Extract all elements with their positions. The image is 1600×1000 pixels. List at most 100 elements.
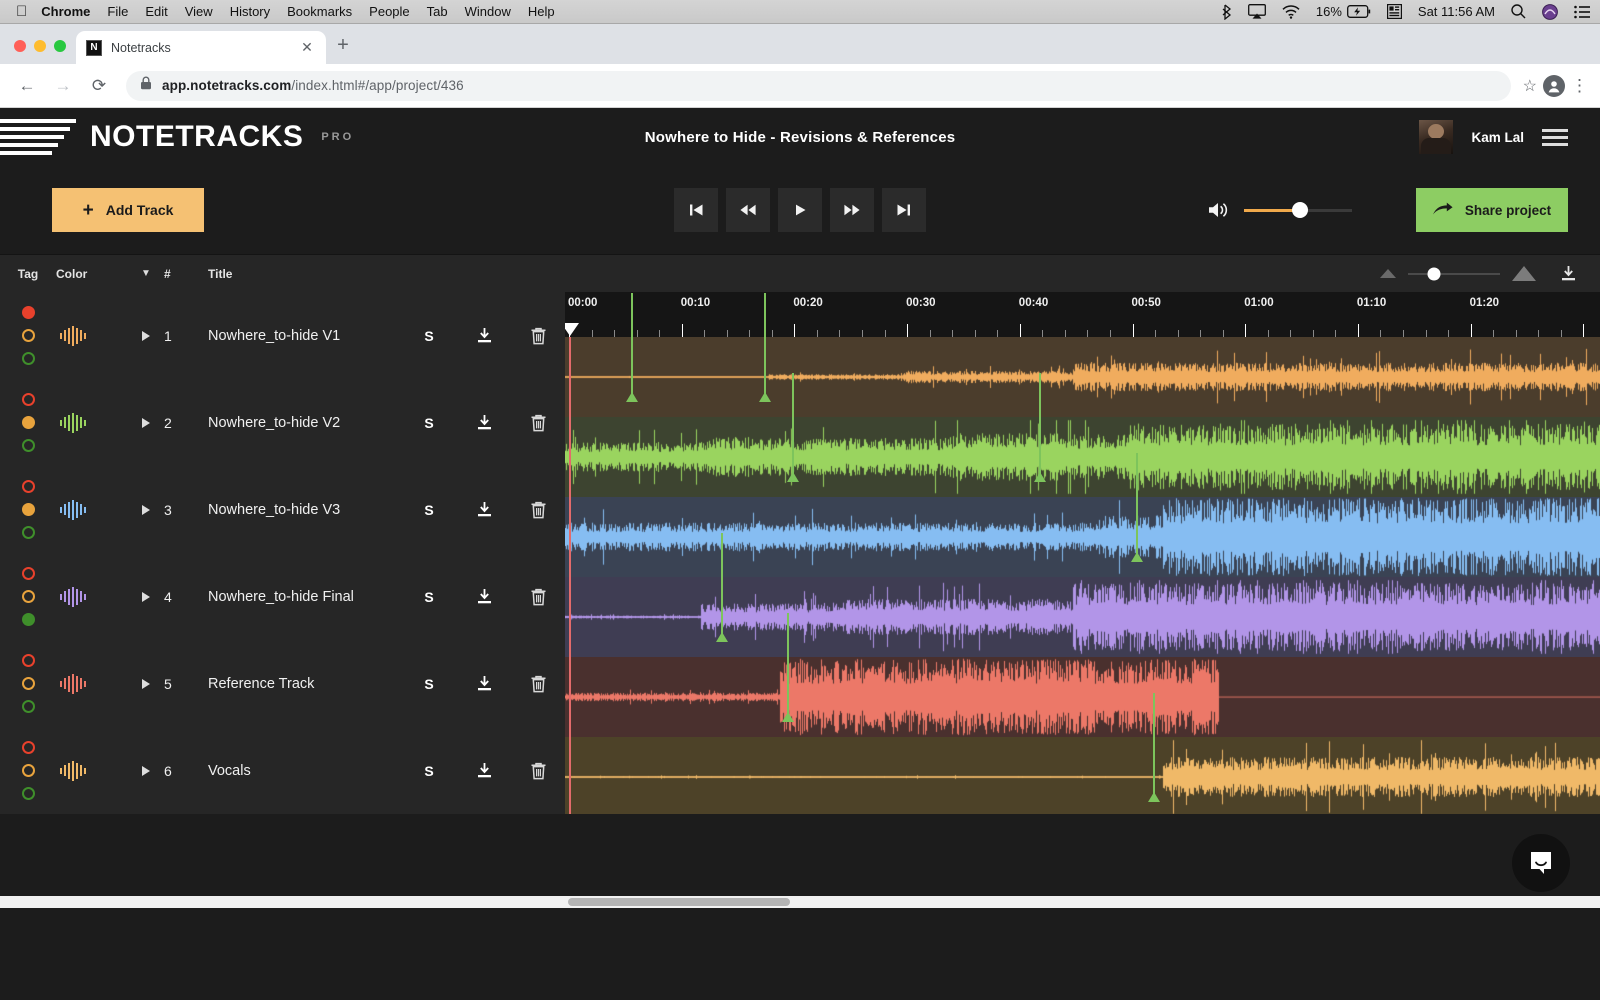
playhead-handle-icon[interactable]: [565, 323, 579, 336]
star-icon[interactable]: ☆: [1523, 76, 1537, 96]
tag-dot-orange[interactable]: [21, 329, 35, 342]
solo-button[interactable]: S: [401, 589, 457, 605]
tag-dot-green[interactable]: [21, 787, 35, 800]
download-icon[interactable]: [457, 675, 511, 692]
comment-marker[interactable]: [716, 533, 729, 642]
trash-icon[interactable]: [511, 414, 565, 432]
table-row[interactable]: 6 Vocals S: [0, 727, 565, 814]
comment-marker[interactable]: [1033, 373, 1046, 482]
chat-bubble-icon[interactable]: [1512, 834, 1570, 892]
menubar-clock[interactable]: Sat 11:56 AM: [1418, 4, 1495, 19]
forward-arrow-icon[interactable]: →: [48, 71, 78, 101]
waveform-icon[interactable]: [56, 760, 128, 781]
waveform-lane[interactable]: [565, 657, 1600, 737]
apple-icon[interactable]: : [16, 4, 27, 19]
reload-icon[interactable]: ⟳: [84, 71, 114, 101]
play-triangle-icon[interactable]: [128, 504, 164, 515]
brand-logo[interactable]: NOTETRACKS PRO: [0, 119, 354, 155]
waveform-lane[interactable]: [565, 337, 1600, 417]
waveform-canvas[interactable]: [565, 737, 1600, 814]
share-project-button[interactable]: Share project: [1416, 188, 1568, 232]
playhead[interactable]: [565, 323, 579, 814]
tag-dot-orange[interactable]: [21, 677, 35, 690]
tag-dot-orange[interactable]: [21, 764, 35, 777]
tag-dot-red[interactable]: [21, 480, 35, 493]
track-title[interactable]: Nowhere_to-hide V3: [200, 502, 401, 518]
tag-dot-red[interactable]: [21, 654, 35, 667]
bluetooth-icon[interactable]: [1221, 3, 1232, 20]
chevron-down-icon[interactable]: ▼: [128, 268, 164, 279]
skip-to-start-button[interactable]: [674, 188, 718, 232]
track-title[interactable]: Vocals: [200, 763, 401, 779]
tag-dot-green[interactable]: [21, 613, 35, 626]
play-triangle-icon[interactable]: [128, 678, 164, 689]
table-row[interactable]: 4 Nowhere_to-hide Final S: [0, 553, 565, 640]
track-title[interactable]: Nowhere_to-hide Final: [200, 589, 401, 605]
comment-marker[interactable]: [781, 613, 794, 722]
tag-dot-red[interactable]: [21, 741, 35, 754]
play-button[interactable]: [778, 188, 822, 232]
minimize-window-button[interactable]: [34, 40, 46, 52]
trash-icon[interactable]: [511, 327, 565, 345]
tag-dot-red[interactable]: [21, 306, 35, 319]
close-icon[interactable]: ✕: [298, 39, 316, 57]
scrollbar-thumb[interactable]: [568, 898, 790, 906]
waveform-icon[interactable]: [56, 499, 128, 520]
solo-button[interactable]: S: [401, 415, 457, 431]
tag-dot-green[interactable]: [21, 439, 35, 452]
play-triangle-icon[interactable]: [128, 417, 164, 428]
menu-item-edit[interactable]: Edit: [145, 4, 167, 19]
fast-forward-button[interactable]: [830, 188, 874, 232]
rewind-button[interactable]: [726, 188, 770, 232]
skip-to-end-button[interactable]: [882, 188, 926, 232]
maximize-window-button[interactable]: [54, 40, 66, 52]
battery-charging-icon[interactable]: [1346, 5, 1371, 18]
tag-dot-red[interactable]: [21, 393, 35, 406]
waveform-lanes[interactable]: [565, 293, 1600, 814]
menu-item-view[interactable]: View: [185, 4, 213, 19]
waveform-icon[interactable]: [56, 586, 128, 607]
wifi-icon[interactable]: [1282, 4, 1300, 19]
tag-dot-orange[interactable]: [21, 416, 35, 429]
zoom-small-icon[interactable]: [1380, 269, 1396, 278]
track-title[interactable]: Reference Track: [200, 676, 401, 692]
address-bar[interactable]: app.notetracks.com/index.html#/app/proje…: [126, 70, 1511, 101]
trash-icon[interactable]: [511, 762, 565, 780]
waveform-lane[interactable]: [565, 737, 1600, 814]
back-arrow-icon[interactable]: ←: [12, 71, 42, 101]
waveform-canvas[interactable]: [565, 657, 1600, 737]
menu-item-chrome[interactable]: Chrome: [41, 4, 90, 19]
download-icon[interactable]: [457, 762, 511, 779]
timeline-ruler[interactable]: 00:00 00:10 00:20 00:30 00:40 00:50 01:00 01:10…: [565, 292, 1600, 337]
zoom-large-icon[interactable]: [1512, 266, 1536, 281]
menu-item-tab[interactable]: Tab: [427, 4, 448, 19]
avatar[interactable]: [1419, 120, 1454, 154]
zoom-slider-knob[interactable]: [1427, 267, 1441, 280]
table-row[interactable]: 1 Nowhere_to-hide V1 S: [0, 292, 565, 379]
comment-marker[interactable]: [1147, 693, 1160, 802]
tag-dot-orange[interactable]: [21, 590, 35, 603]
solo-button[interactable]: S: [401, 328, 457, 344]
control-center-icon[interactable]: [1574, 5, 1590, 19]
menu-item-window[interactable]: Window: [465, 4, 511, 19]
play-triangle-icon[interactable]: [128, 330, 164, 341]
solo-button[interactable]: S: [401, 676, 457, 692]
tag-dot-green[interactable]: [21, 526, 35, 539]
solo-button[interactable]: S: [401, 502, 457, 518]
download-all-icon[interactable]: [1536, 265, 1600, 282]
search-icon[interactable]: [1511, 4, 1526, 19]
kebab-menu-icon[interactable]: ⋮: [1571, 77, 1588, 94]
download-icon[interactable]: [457, 588, 511, 605]
table-row[interactable]: 5 Reference Track S: [0, 640, 565, 727]
siri-icon[interactable]: [1542, 3, 1558, 20]
table-row[interactable]: 2 Nowhere_to-hide V2 S: [0, 379, 565, 466]
track-title[interactable]: Nowhere_to-hide V1: [200, 328, 401, 344]
trash-icon[interactable]: [511, 588, 565, 606]
waveform-canvas[interactable]: [565, 417, 1600, 497]
solo-button[interactable]: S: [401, 763, 457, 779]
volume-slider[interactable]: [1244, 202, 1352, 218]
waveform-icon[interactable]: [56, 412, 128, 433]
comment-marker[interactable]: [625, 293, 638, 402]
plus-icon[interactable]: +: [326, 28, 360, 62]
tag-dot-green[interactable]: [21, 352, 35, 365]
